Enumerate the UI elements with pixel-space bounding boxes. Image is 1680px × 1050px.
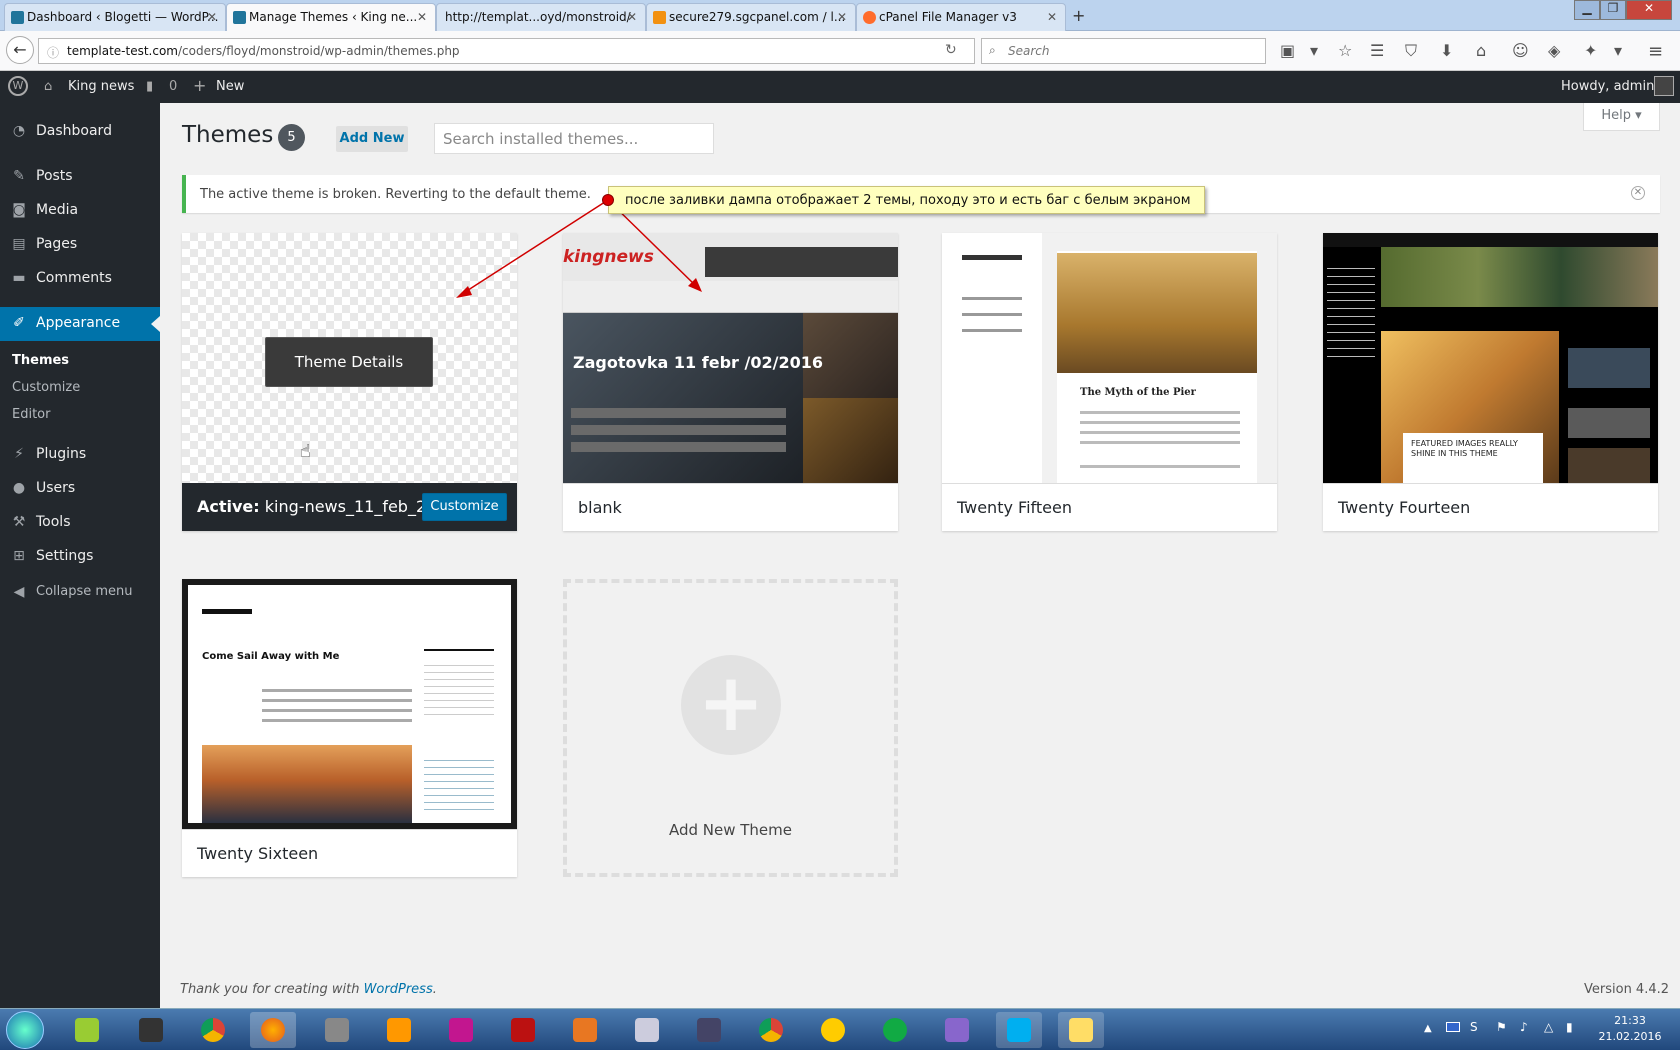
- network-icon[interactable]: ▮: [1566, 1020, 1573, 1034]
- admin-footer: Thank you for creating with WordPress.: [180, 982, 437, 997]
- taskbar-explorer[interactable]: [1058, 1012, 1104, 1048]
- start-button[interactable]: [6, 1011, 44, 1049]
- taskbar-app-j[interactable]: [686, 1012, 732, 1048]
- drive-tray-icon[interactable]: △: [1544, 1020, 1553, 1034]
- annotation-pin: [602, 194, 614, 206]
- taskbar-firefox[interactable]: [250, 1012, 296, 1048]
- taskbar-app-yellow[interactable]: [810, 1012, 856, 1048]
- taskbar-app-pink[interactable]: [438, 1012, 484, 1048]
- flag-tray-icon[interactable]: ⚑: [1496, 1020, 1507, 1034]
- tray-expand-icon[interactable]: ▲: [1424, 1023, 1432, 1034]
- taskbar-filezilla[interactable]: [500, 1012, 546, 1048]
- version-text: Version 4.4.2: [1584, 982, 1670, 997]
- wordpress-link[interactable]: WordPress: [364, 982, 433, 997]
- arrow-head: [456, 286, 472, 298]
- skype-tray-icon[interactable]: S: [1470, 1020, 1478, 1034]
- language-flag-icon[interactable]: [1446, 1022, 1460, 1032]
- arrow-line: [461, 199, 609, 295]
- volume-icon[interactable]: ♪: [1520, 1020, 1528, 1034]
- taskbar-calculator[interactable]: [624, 1012, 670, 1048]
- taskbar-app[interactable]: [314, 1012, 360, 1048]
- taskbar-app-s[interactable]: [872, 1012, 918, 1048]
- taskbar-chrome[interactable]: [190, 1012, 236, 1048]
- taskbar-clock[interactable]: 21:33 21.02.2016: [1590, 1013, 1670, 1045]
- taskbar-app-feather[interactable]: [934, 1012, 980, 1048]
- annotation-arrows: [456, 199, 702, 298]
- taskbar-chrome-2[interactable]: [748, 1012, 794, 1048]
- annotation-note: после заливки дампа отображает 2 темы, п…: [608, 186, 1205, 214]
- taskbar-sublime[interactable]: [376, 1012, 422, 1048]
- taskbar-notepad[interactable]: [64, 1012, 110, 1048]
- taskbar-skype[interactable]: [996, 1012, 1042, 1048]
- taskbar-pdf[interactable]: [562, 1012, 608, 1048]
- windows-taskbar: ▲ S ⚑ ♪ △ ▮: [0, 1008, 1680, 1050]
- taskbar-game[interactable]: [128, 1012, 174, 1048]
